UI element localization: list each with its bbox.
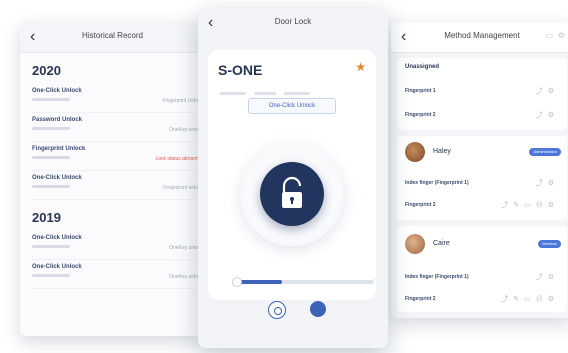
fingerprint-label: Fingerprint 1 [405,88,436,94]
user-name: Haley [433,148,451,155]
fingerprint-label: Fingerprint 2 [405,202,436,208]
role-badge: Member [538,240,561,248]
device-status [220,82,370,95]
edit-icon[interactable]: ▭ [545,31,553,40]
user-section: Caire Member Index finger (Fingerprint 1… [397,226,567,312]
row-actions[interactable]: ⤴✎▭⊖⚙ [501,294,559,304]
history-row[interactable]: Password Unlock OneKey unlock [30,113,203,142]
door-lock-title: Door Lock [274,17,312,26]
avatar [405,234,425,254]
lock-slider[interactable]: ◦ [232,277,376,287]
user-name: Caire [433,240,450,247]
slider-end-icon: ◦ [374,277,376,283]
slider-fill [240,280,282,284]
row-actions[interactable]: ⤴⚙ [536,178,559,188]
history-row[interactable]: One-Click Unlock Fingerprint Unlock [30,84,203,113]
record-label: One-Click Unlock [32,88,82,94]
record-time-bar [32,274,70,277]
history-row[interactable]: Fingerprint Unlock Lock status abnormal [30,142,203,171]
row-actions[interactable]: ⤴✎▭⊖⚙ [501,200,559,210]
user-section: Haley Administrator Index finger (Finger… [397,136,567,220]
unlock-ring [240,142,344,246]
record-time-bar [32,185,70,188]
record-time-bar [32,98,70,101]
lock-card: S-ONE ★ One-Click Unlock ◦ [208,50,376,300]
history-row[interactable]: One-Click Unlock Fingerprint unlock [30,171,203,200]
record-label: Password Unlock [32,117,83,123]
door-lock-panel: ‹ Door Lock S-ONE ★ One-Click Unlock ◦ [198,8,388,348]
record-label: One-Click Unlock [32,264,82,270]
fingerprint-label: Fingerprint 2 [405,112,436,118]
user-icon[interactable] [310,301,326,317]
avatar [405,142,425,162]
settings-icon[interactable]: ⚙ [558,31,565,40]
settings-icon[interactable] [268,301,286,319]
page-indicator [284,340,311,348]
history-row[interactable]: One-Click Unlock OneKey unlock [30,231,203,260]
record-value: Fingerprint Unlock [162,98,203,104]
fingerprint-label: Fingerprint 2 [405,296,436,302]
unassigned-caption: Unassigned [405,64,440,70]
unassigned-section: Unassigned Fingerprint 1 ⤴⚙ Fingerprint … [397,58,567,130]
fingerprint-label: Index finger (Fingerprint 1) [405,180,469,186]
methods-title: Method Management [444,31,520,40]
historical-record-panel: ‹ Historical Record 2020 One-Click Unloc… [20,22,205,336]
record-time-bar [32,156,70,159]
history-title: Historical Record [82,31,143,40]
record-value: Lock status abnormal [155,156,203,162]
slider-start-icon[interactable] [232,277,242,287]
row-actions[interactable]: ⤴⚙ [536,86,559,96]
row-actions[interactable]: ⤴⚙ [536,272,559,282]
fingerprint-label: Index finger (Fingerprint 1) [405,274,469,280]
record-label: Fingerprint Unlock [32,146,86,152]
history-row[interactable]: One-Click Unlock OneKey unlock [30,260,203,289]
star-icon[interactable]: ★ [355,60,366,74]
method-management-panel: ‹ Method Management ▭ ⚙ Unassigned Finge… [391,22,568,318]
one-click-unlock-button[interactable]: One-Click Unlock [248,98,336,114]
device-name: S-ONE [218,62,263,78]
record-label: One-Click Unlock [32,235,82,241]
year-heading: 2019 [32,210,61,225]
door-lock-header: ‹ Door Lock [198,8,388,38]
row-actions[interactable]: ⤴⚙ [536,110,559,120]
record-time-bar [32,127,70,130]
record-time-bar [32,245,70,248]
history-header: ‹ Historical Record [20,22,205,53]
record-label: One-Click Unlock [32,175,82,181]
role-badge: Administrator [529,148,561,156]
padlock-open-icon [282,176,302,208]
year-heading: 2020 [32,63,61,78]
methods-header: ‹ Method Management ▭ ⚙ [391,22,568,53]
unlock-button[interactable] [260,162,324,226]
